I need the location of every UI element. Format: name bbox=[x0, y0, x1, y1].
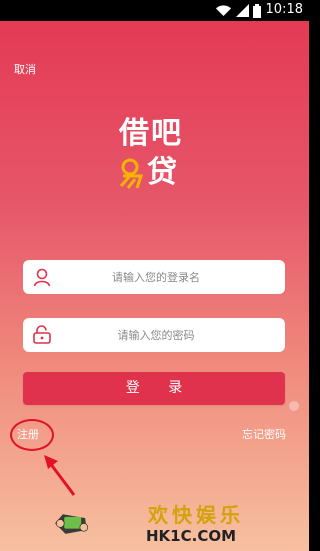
cancel-button[interactable]: 取消 bbox=[14, 61, 36, 77]
battery-icon bbox=[253, 3, 261, 18]
status-bar: 10:18 bbox=[0, 0, 309, 21]
watermark-gamepad-icon bbox=[55, 514, 89, 534]
signal-icon bbox=[236, 4, 249, 17]
wifi-icon bbox=[216, 5, 231, 16]
forgot-password-link[interactable]: 忘记密码 bbox=[242, 426, 286, 442]
lock-icon bbox=[33, 325, 51, 344]
watermark-site: HK1C.COM bbox=[146, 527, 237, 545]
user-icon bbox=[33, 268, 51, 287]
coin-icon bbox=[119, 158, 144, 189]
username-input[interactable] bbox=[59, 260, 277, 294]
status-time: 10:18 bbox=[265, 2, 303, 17]
watermark-title: 欢快娱乐 bbox=[148, 503, 244, 527]
login-button[interactable]: 登 录 bbox=[23, 372, 285, 405]
logo-text-line1: 借吧 bbox=[119, 116, 183, 151]
password-input[interactable] bbox=[59, 318, 277, 352]
status-icons bbox=[215, 3, 261, 18]
app-logo: 借吧 贷 bbox=[117, 118, 197, 198]
username-field bbox=[23, 260, 285, 294]
logo-text-line2: 贷 bbox=[147, 155, 179, 190]
login-screen: 取消 借吧 贷 登 录 注册 忘记密码 bbox=[0, 21, 309, 551]
register-link[interactable]: 注册 bbox=[17, 426, 39, 442]
password-field bbox=[23, 318, 285, 352]
login-button-label: 登 录 bbox=[125, 380, 195, 396]
edge-handle bbox=[289, 401, 299, 411]
